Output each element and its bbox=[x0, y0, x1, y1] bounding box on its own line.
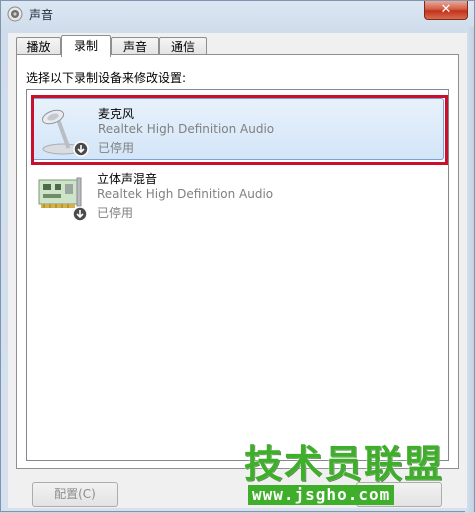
device-driver: Realtek High Definition Audio bbox=[98, 122, 275, 136]
instruction-label: 选择以下录制设备来修改设置: bbox=[26, 71, 187, 85]
sound-card-icon bbox=[38, 177, 88, 222]
microphone-icon bbox=[41, 109, 89, 157]
close-button[interactable]: ✕ bbox=[424, 1, 468, 20]
window-title: 声音 bbox=[29, 8, 54, 22]
recording-panel: 选择以下录制设备来修改设置: 麦克风 Realtek High Definiti… bbox=[16, 54, 459, 469]
device-status: 已停用 bbox=[98, 141, 135, 155]
title-bar[interactable]: 声音 ✕ bbox=[1, 1, 474, 27]
device-item-microphone[interactable]: 麦克风 Realtek High Definition Audio 已停用 bbox=[31, 95, 448, 165]
device-driver: Realtek High Definition Audio bbox=[97, 187, 274, 201]
speaker-icon bbox=[7, 6, 23, 22]
configure-button[interactable]: 配置(C) bbox=[32, 482, 118, 507]
device-status: 已停用 bbox=[97, 206, 134, 220]
dialog-button[interactable] bbox=[356, 482, 442, 507]
dialog-client: 播放 录制 声音 通信 选择以下录制设备来修改设置: 麦克风 Realtek H… bbox=[8, 33, 467, 508]
tab-recording[interactable]: 录制 bbox=[61, 35, 111, 57]
device-item-stereo-mix[interactable]: 立体声混音 Realtek High Definition Audio 已停用 bbox=[31, 164, 444, 226]
device-name: 麦克风 bbox=[98, 107, 135, 121]
device-list[interactable]: 麦克风 Realtek High Definition Audio 已停用 立体… bbox=[26, 89, 449, 461]
device-name: 立体声混音 bbox=[97, 172, 158, 186]
sound-dialog: 声音 ✕ 播放 录制 声音 通信 选择以下录制设备来修改设置: 麦克风 Real… bbox=[0, 0, 475, 513]
